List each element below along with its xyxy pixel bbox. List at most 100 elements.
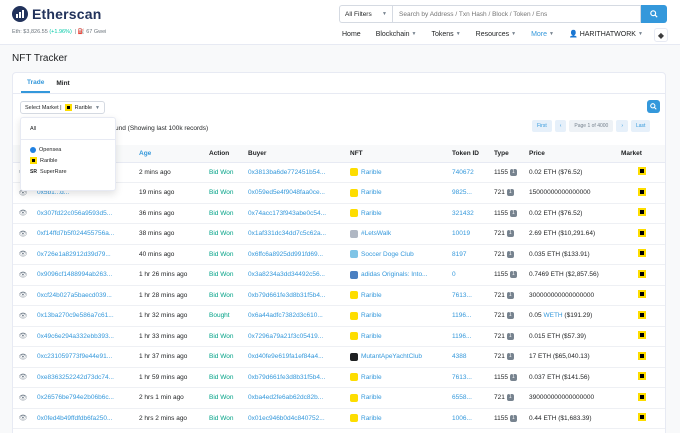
buyer-link[interactable]: 0x6a44adfc7382d3c610... xyxy=(248,312,323,319)
buyer-link[interactable]: 0x6ffc6a8925dd991fd69... xyxy=(248,251,323,258)
token-id-link[interactable]: 1196... xyxy=(452,312,471,319)
nft-link[interactable]: Rarible xyxy=(350,168,444,177)
nft-thumbnail-icon xyxy=(350,229,358,238)
token-id-link[interactable]: 1196... xyxy=(452,333,471,340)
etherscan-logo[interactable]: Etherscan xyxy=(12,6,102,22)
nft-link[interactable]: adidas Originals: Into... xyxy=(350,270,444,279)
eye-icon[interactable]: 👁 xyxy=(19,395,28,402)
buyer-link[interactable]: 0x3813ba6de772451b54... xyxy=(248,169,325,176)
token-id-link[interactable]: 740672 xyxy=(452,169,474,176)
txn-hash-link[interactable]: 0xcf24b027a5baecd039... xyxy=(37,292,112,299)
buyer-link[interactable]: 0xb79d661fe3d8b31f5b4... xyxy=(248,292,325,299)
market-select[interactable]: Select Market | Rarible ▼ xyxy=(20,101,105,114)
token-id-link[interactable]: 4388 xyxy=(452,353,466,360)
rarible-icon xyxy=(30,157,37,164)
token-id-link[interactable]: 8197 xyxy=(452,251,466,258)
eye-icon[interactable]: 👁 xyxy=(19,210,28,217)
buyer-link[interactable]: 0xba4ed2fe6ab62dc82b... xyxy=(248,394,323,401)
txn-hash-link[interactable]: 0x726e1a82912d39d79... xyxy=(37,251,111,258)
page-first[interactable]: First xyxy=(532,120,552,132)
nft-link[interactable]: Rarible xyxy=(350,332,444,341)
txn-hash-link[interactable]: 0xf14ffd7b5f024455756a... xyxy=(37,230,114,237)
nft-thumbnail-icon xyxy=(350,168,358,177)
nft-link[interactable]: MutantApeYachtClub xyxy=(350,352,444,361)
nft-link[interactable]: Rarible xyxy=(350,209,444,218)
nav-home[interactable]: Home xyxy=(342,30,361,38)
txn-hash-link[interactable]: 0x49c6e294a332ebb393... xyxy=(37,333,114,340)
nft-link[interactable]: #LetsWalk xyxy=(350,229,444,238)
txn-hash-link[interactable]: 0x26576be794e2b06b6c... xyxy=(37,394,114,401)
txn-hash-link[interactable]: 0x9096cf1488994ab263... xyxy=(37,271,112,278)
nft-link[interactable]: Rarible xyxy=(350,188,444,197)
weth-link[interactable]: WETH xyxy=(543,312,562,319)
market-dropdown: All Opensea Rarible SR SuperRare xyxy=(20,117,116,191)
market-option-all[interactable]: All xyxy=(21,123,115,134)
market-option-rarible[interactable]: Rarible xyxy=(21,155,115,166)
nav-blockchain[interactable]: Blockchain ▼ xyxy=(376,30,417,38)
token-id-link[interactable]: 321432 xyxy=(452,210,474,217)
tab-mint[interactable]: Mint xyxy=(50,73,75,93)
txn-hash-link[interactable]: 0xe8363252242d73dc74... xyxy=(37,374,114,381)
nft-link[interactable]: Rarible xyxy=(350,291,444,300)
nav-tokens[interactable]: Tokens ▼ xyxy=(432,30,461,38)
ethereum-icon[interactable]: ◆ xyxy=(654,28,668,42)
buyer-link[interactable]: 0x3a8234a3dd34492c56... xyxy=(248,271,325,278)
eye-icon[interactable]: 👁 xyxy=(19,354,28,361)
rarible-icon xyxy=(638,290,646,299)
quantity-badge: 1 xyxy=(506,189,514,197)
buyer-link[interactable]: 0x1af331dc34dd7c5c62a... xyxy=(248,230,326,237)
page-prev[interactable]: ‹ xyxy=(554,120,567,132)
nav-more[interactable]: More ▼ xyxy=(531,30,554,38)
buyer-link[interactable]: 0xd40fe9e619fa1ef84a4... xyxy=(248,353,324,360)
nft-link[interactable]: Rarible xyxy=(350,414,444,423)
token-id-link[interactable]: 0 xyxy=(452,271,456,278)
tab-trade[interactable]: Trade xyxy=(21,73,51,93)
eye-icon[interactable]: 👁 xyxy=(19,415,28,422)
buyer-link[interactable]: 0x059ed5e4f9048faa0ce... xyxy=(248,189,325,196)
age-text: 1 hr 26 mins ago xyxy=(139,271,188,279)
buyer-link[interactable]: 0x7296a79a21f3c05419... xyxy=(248,333,323,340)
nft-link[interactable]: Soccer Doge Club xyxy=(350,250,444,259)
search-button[interactable] xyxy=(641,5,667,23)
eye-icon[interactable]: 👁 xyxy=(19,333,28,340)
nft-link[interactable]: Rarible xyxy=(350,373,444,382)
token-id-link[interactable]: 7613... xyxy=(452,292,472,299)
market-option-superrare[interactable]: SR SuperRare xyxy=(21,166,115,177)
eye-icon[interactable]: 👁 xyxy=(19,272,28,279)
market-option-opensea[interactable]: Opensea xyxy=(21,144,115,155)
page-next[interactable]: › xyxy=(616,120,628,132)
page-last[interactable]: Last xyxy=(631,120,651,132)
eye-icon[interactable]: 👁 xyxy=(19,313,28,320)
buyer-link[interactable]: 0x01ec946b0d4c840752... xyxy=(248,415,325,422)
price-value: 300000000000000000 xyxy=(529,291,595,299)
nav-resources[interactable]: Resources ▼ xyxy=(476,30,516,38)
nft-link[interactable]: Rarible xyxy=(350,393,444,402)
search-input[interactable] xyxy=(392,5,641,23)
rarible-icon xyxy=(638,392,646,401)
token-id-link[interactable]: 10019 xyxy=(452,230,470,237)
eye-icon[interactable]: 👁 xyxy=(19,231,28,238)
token-type: 721 1 xyxy=(494,291,514,299)
search-filter-dropdown[interactable]: All Filters ▼ xyxy=(339,5,392,23)
txn-hash-link[interactable]: 0xc231059773f9e44e91... xyxy=(37,353,112,360)
txn-hash-link[interactable]: 0x13ba270c9e586a7c61... xyxy=(37,312,114,319)
txn-hash-link[interactable]: 0x0fed4b49ffdfdb6fa250... xyxy=(37,415,112,422)
buyer-link[interactable]: 0xb79d661fe3d8b31f5b4... xyxy=(248,374,325,381)
eye-icon[interactable]: 👁 xyxy=(19,374,28,381)
col-age[interactable]: Age xyxy=(135,145,205,163)
nav-user[interactable]: 👤 HARITHATWORK ▼ xyxy=(569,30,643,39)
filter-search-button[interactable] xyxy=(647,100,660,113)
token-id-link[interactable]: 6558... xyxy=(452,394,472,401)
nft-thumbnail-icon xyxy=(350,270,358,279)
nft-link[interactable]: Rarible xyxy=(350,311,444,320)
token-id-link[interactable]: 7613... xyxy=(452,374,472,381)
col-buyer: Buyer xyxy=(244,145,346,163)
token-id-link[interactable]: 9825... xyxy=(452,189,472,196)
eye-icon[interactable]: 👁 xyxy=(19,251,28,258)
eye-icon[interactable]: 👁 xyxy=(19,292,28,299)
action-text: Bid Won xyxy=(209,230,234,238)
main-nav: Home Blockchain ▼ Tokens ▼ Resources ▼ More… xyxy=(342,30,658,39)
buyer-link[interactable]: 0x74acc173f943abe0c54... xyxy=(248,210,326,217)
txn-hash-link[interactable]: 0x307fd22c056a9593d5... xyxy=(37,210,112,217)
token-id-link[interactable]: 1006... xyxy=(452,415,472,422)
